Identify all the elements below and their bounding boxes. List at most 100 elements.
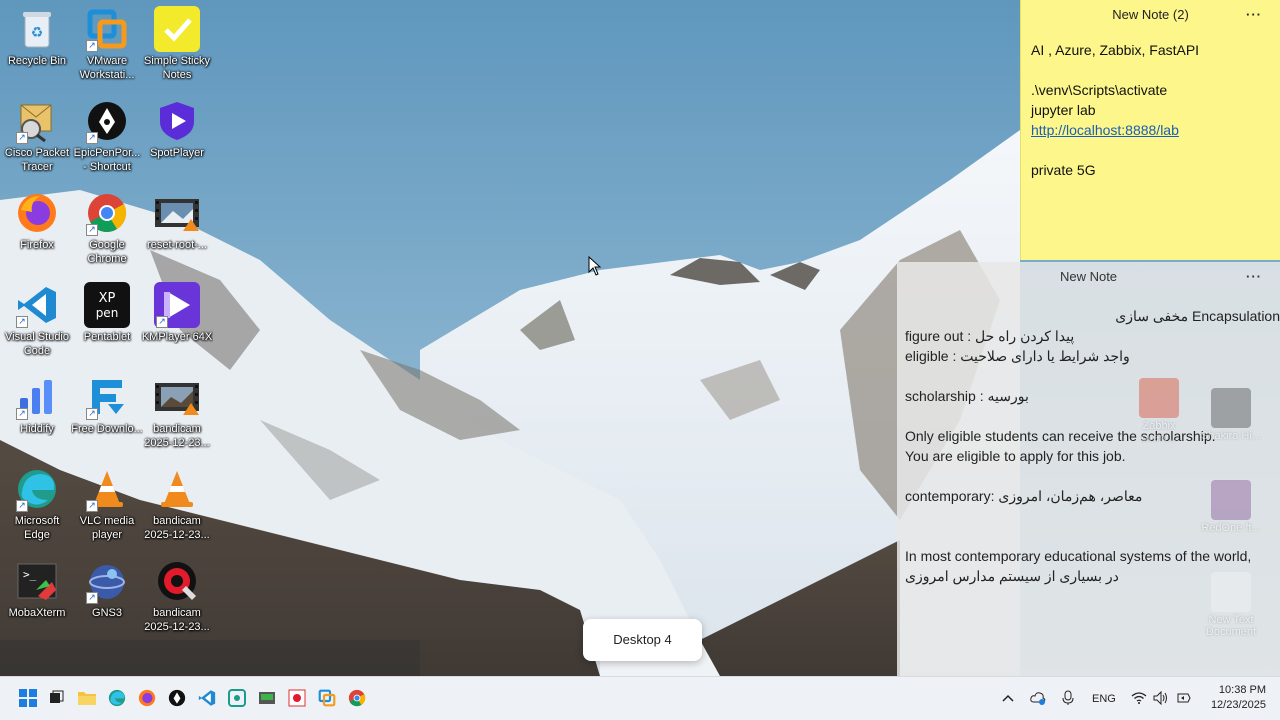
ghost-label: Zabbix overv... [1141,420,1177,444]
desktop-icon-bandicam-video-2[interactable]: bandicam 2025-12-23... [141,462,213,548]
windows-start-icon[interactable] [17,687,39,709]
shortcut-arrow-icon: ↗ [16,408,28,420]
desktop-icon-label: GNS3 [92,607,122,619]
desktop-icon-kmplayer[interactable]: ↗ KMPlayer 64X [141,278,213,364]
volume-icon[interactable] [1150,687,1172,709]
edge-icon[interactable] [106,687,128,709]
free-download-manager-icon: ↗ [84,374,130,420]
note-line: AI , Azure, Zabbix, FastAPI [1031,42,1200,58]
svg-text:pen: pen [96,306,119,320]
desktop-icon-label: bandicam 2025-12-23... [144,607,210,633]
desktop-icon-recycle-bin[interactable]: ♻ Recycle Bin [1,2,73,88]
desktop-icon-label: Recycle Bin [7,55,67,67]
desktop-icon-cisco[interactable]: ↗ Cisco Packet Tracer [1,94,73,180]
file-explorer-icon[interactable] [76,687,98,709]
mouse-cursor-icon [588,255,602,280]
note-line: jupyter lab [1031,102,1096,118]
desktop-icon-label: Free Downlo... [71,423,143,435]
desktop-icon-label: Hiddify [20,423,54,435]
vmware-icon[interactable] [316,687,338,709]
desktop-icon-vlc[interactable]: ↗ VLC media player [71,462,143,548]
desktop-icon-vmware[interactable]: ↗ VMware Workstati... [71,2,143,88]
snipping-tool-icon[interactable] [226,687,248,709]
desktop-icon-reset-root[interactable]: reset-root-... [141,186,213,272]
vlc-icon: ↗ [84,466,130,512]
note-header[interactable]: New Note (2) ··· [1021,0,1280,30]
cisco-packet-tracer-icon[interactable] [256,687,278,709]
hiddify-icon: ↗ [14,374,60,420]
bandicam-icon [154,558,200,604]
firefox-icon[interactable] [136,687,158,709]
desktop-icon-bandicam-video-1[interactable]: bandicam 2025-12-23... [141,370,213,456]
vscode-icon: ↗ [14,282,60,328]
ghost-icon-video-2: RedOne ft... [1196,480,1266,534]
cloud-sync-icon[interactable] [1027,687,1049,709]
shortcut-arrow-icon: ↗ [86,132,98,144]
note-line: You are eligible to apply for this job. [905,448,1126,464]
video-file-icon [154,374,200,420]
chevron-up-icon[interactable] [997,687,1019,709]
shortcut-arrow-icon: ↗ [16,500,28,512]
firefox-icon [14,190,60,236]
desktop-icon-label: MobaXterm [8,607,66,619]
system-clock[interactable]: 10:38 PM 12/23/2025 [1211,683,1266,713]
bandicam-icon[interactable] [286,687,308,709]
note-body[interactable]: Encapsulation مخفی سازی figure out : پید… [897,292,1280,600]
note-line: eligible : واجد شرایط یا دارای صلاحیت [905,348,1130,364]
note-header[interactable]: New Note ··· [897,262,1280,292]
shortcut-arrow-icon: ↗ [156,316,168,328]
desktop-icon-fdm[interactable]: ↗ Free Downlo... [71,370,143,456]
desktop-icon-sticky-notes[interactable]: Simple Sticky Notes [141,2,213,88]
desktop-icon-label: Simple Sticky Notes [143,55,211,81]
sticky-note-yellow[interactable]: New Note (2) ··· AI , Azure, Zabbix, Fas… [1020,0,1280,260]
ghost-label: Shakira Hi... [1201,430,1261,442]
battery-status-icon[interactable] [1173,687,1195,709]
epicpen-icon[interactable] [166,687,188,709]
desktop-icon-vscode[interactable]: ↗ Visual Studio Code [1,278,73,364]
desktop-icon-label: VLC media player [79,515,135,541]
desktop-icon-label: VMware Workstati... [79,55,135,81]
more-options-icon[interactable]: ··· [1246,0,1262,30]
note-link[interactable]: http://localhost:8888/lab [1031,122,1179,138]
shortcut-arrow-icon: ↗ [86,408,98,420]
desktop-icon-bandicam[interactable]: bandicam 2025-12-23... [141,554,213,640]
svg-text:XP: XP [99,291,116,306]
note-title: New Note [1059,269,1118,284]
desktop-icon-epicpen[interactable]: ↗ EpicPenPor... - Shortcut [71,94,143,180]
spotplayer-icon [154,98,200,144]
desktop-icon-label: bandicam 2025-12-23... [144,515,210,541]
video-file-icon [154,190,200,236]
desktop-icon-spotplayer[interactable]: SpotPlayer [141,94,213,180]
microphone-icon[interactable] [1057,687,1079,709]
desktop-icon-firefox[interactable]: Firefox [1,186,73,272]
note-body[interactable]: AI , Azure, Zabbix, FastAPI .\venv\Scrip… [1021,30,1280,190]
desktop-icon-edge[interactable]: ↗ Microsoft Edge [1,462,73,548]
desktop-icon-label: EpicPenPor... - Shortcut [73,147,141,173]
desktop-icon-chrome[interactable]: ↗ Google Chrome [71,186,143,272]
wifi-icon[interactable] [1128,687,1150,709]
desktop-icon-gns3[interactable]: ↗ GNS3 [71,554,143,640]
language-indicator[interactable]: ENG [1092,693,1116,705]
svg-text:>_: >_ [23,568,37,581]
note-line: private 5G [1031,162,1096,178]
note-line: .\venv\Scripts\activate [1031,82,1168,98]
desktop-icon-label: KMPlayer 64X [141,331,213,343]
taskbar: ENG 10:38 PM 12/23/2025 [0,676,1280,720]
vlc-file-icon [154,466,200,512]
more-options-icon[interactable]: ··· [1246,262,1262,292]
chrome-icon[interactable] [346,687,368,709]
ghost-icon-pptx: Zabbix overv... [1124,378,1194,444]
task-view-icon[interactable] [45,687,67,709]
clock-date: 12/23/2025 [1210,699,1266,711]
desktop-icon-pentablet[interactable]: XP pen Pentablet [71,278,143,364]
desktop-icon-label: Cisco Packet Tracer [4,147,70,173]
desktop-icon-mobaxterm[interactable]: >_ MobaXterm [1,554,73,640]
shortcut-arrow-icon: ↗ [86,592,98,604]
note-title: New Note (2) [1112,7,1189,22]
shortcut-arrow-icon: ↗ [86,500,98,512]
desktop-icon-hiddify[interactable]: ↗ Hiddify [1,370,73,456]
gns3-icon: ↗ [84,558,130,604]
shortcut-arrow-icon: ↗ [16,132,28,144]
vscode-icon[interactable] [196,687,218,709]
ghost-label: New Text Document [1205,614,1257,638]
